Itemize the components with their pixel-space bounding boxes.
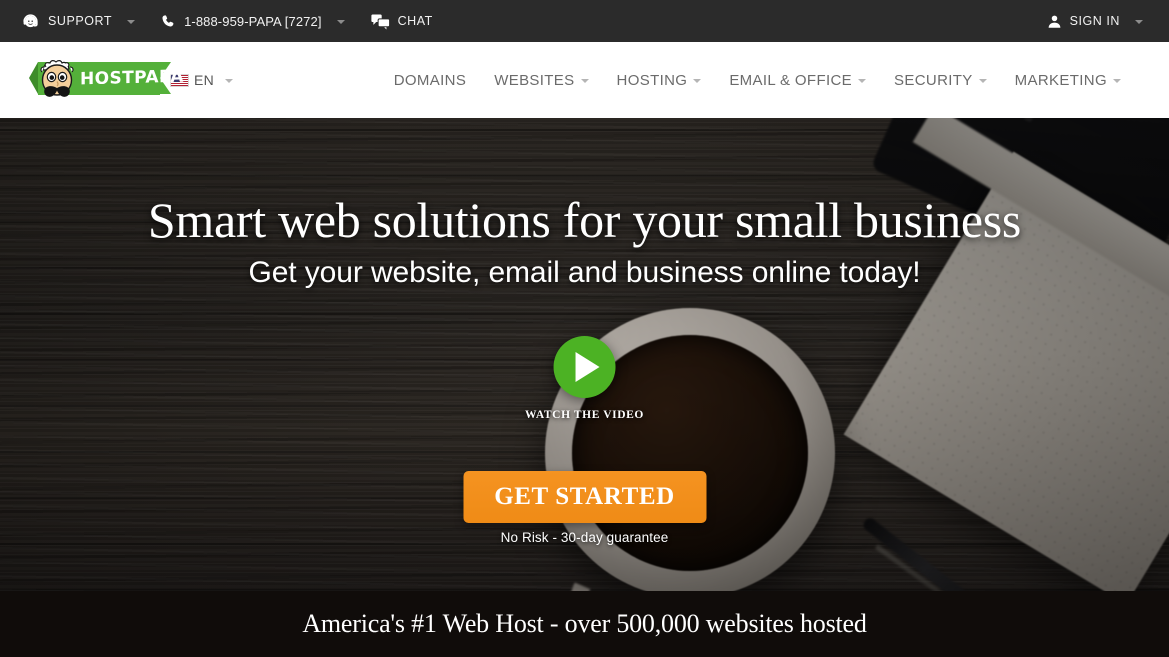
support-menu[interactable]: SUPPORT	[22, 0, 136, 42]
chevron-down-icon	[127, 20, 136, 24]
play-icon[interactable]	[553, 336, 616, 398]
chevron-down-icon	[336, 20, 345, 24]
nav-item-websites[interactable]: WEBSITES	[480, 42, 602, 118]
phone-icon	[161, 13, 175, 30]
nav-label: SECURITY	[894, 71, 973, 89]
nav-item-marketing[interactable]: MARKETING	[1001, 42, 1135, 118]
hero-section: Smart web solutions for your small busin…	[0, 118, 1169, 591]
support-headset-icon	[22, 13, 39, 30]
hostpapa-logo[interactable]: HOSTPAPA	[18, 50, 184, 108]
hero-headline: Smart web solutions for your small busin…	[147, 192, 1022, 248]
stats-banner-text: America's #1 Web Host - over 500,000 web…	[302, 609, 867, 638]
user-icon	[1047, 13, 1061, 29]
chat-menu[interactable]: CHAT	[370, 0, 433, 42]
language-label: EN	[194, 72, 215, 88]
chevron-down-icon	[225, 79, 234, 83]
logo-wordmark: HOSTPAPA	[80, 66, 184, 90]
sign-in-menu[interactable]: SIGN IN	[1047, 0, 1143, 42]
nav-item-hosting[interactable]: HOSTING	[603, 42, 716, 118]
cta-guarantee-text: No Risk - 30-day guarantee	[500, 530, 669, 545]
chat-bubbles-icon	[370, 13, 390, 29]
chevron-down-icon	[978, 79, 987, 83]
chevron-down-icon	[580, 79, 589, 83]
phone-number: 1-888-959-PAPA [7272]	[184, 13, 322, 29]
nav-label: EMAIL & OFFICE	[729, 71, 853, 89]
nav-label: WEBSITES	[494, 71, 575, 89]
chevron-down-icon	[693, 79, 702, 83]
sign-in-label: SIGN IN	[1069, 14, 1120, 28]
nav-item-email-office[interactable]: EMAIL & OFFICE	[715, 42, 880, 118]
play-triangle	[575, 352, 600, 382]
support-label: SUPPORT	[48, 14, 113, 28]
chevron-down-icon	[1135, 20, 1143, 24]
top-utility-bar: SUPPORT 1-888-959-PAPA [7272] CHAT SIGN …	[0, 0, 1169, 42]
nav-label: MARKETING	[1014, 71, 1107, 89]
site-header: HOSTPAPA EN DOMAINS WEBSITES HOSTING EMA…	[0, 42, 1169, 118]
papa-mascot-icon	[34, 54, 90, 106]
nav-item-domains[interactable]: DOMAINS	[380, 42, 480, 118]
get-started-button[interactable]: GET STARTED	[463, 471, 706, 523]
stats-banner: America's #1 Web Host - over 500,000 web…	[0, 591, 1169, 657]
main-navigation: DOMAINS WEBSITES HOSTING EMAIL & OFFICE …	[380, 42, 1135, 118]
nav-label: HOSTING	[616, 71, 688, 89]
top-bar-left-group: SUPPORT 1-888-959-PAPA [7272] CHAT	[0, 0, 459, 42]
watch-video-button[interactable]: WATCH THE VIDEO	[525, 336, 644, 421]
phone-menu[interactable]: 1-888-959-PAPA [7272]	[161, 0, 345, 42]
chevron-down-icon	[858, 79, 867, 83]
nav-item-security[interactable]: SECURITY	[880, 42, 1001, 118]
top-bar-right-group: SIGN IN	[1047, 0, 1169, 42]
chevron-down-icon	[1113, 79, 1121, 83]
hero-content: Smart web solutions for your small busin…	[0, 118, 1169, 591]
chat-label: CHAT	[397, 14, 433, 28]
hero-subheadline: Get your website, email and business onl…	[248, 256, 921, 289]
watch-video-label: WATCH THE VIDEO	[525, 409, 644, 421]
nav-label: DOMAINS	[393, 71, 467, 89]
